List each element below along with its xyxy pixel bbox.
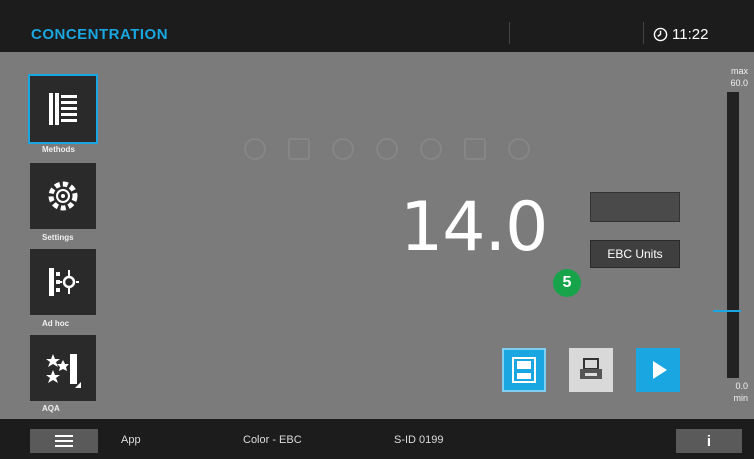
sidebar-item-aqa[interactable] [30, 335, 96, 401]
faint-icon [508, 138, 530, 160]
faint-icon [288, 138, 310, 160]
page-title: CONCENTRATION [31, 26, 169, 43]
sidebar-item-label: Settings [42, 233, 74, 242]
faint-icon [420, 138, 442, 160]
aqa-stars-icon [46, 354, 81, 388]
save-button[interactable] [502, 348, 546, 392]
clock-icon [653, 27, 668, 42]
hamburger-icon [55, 435, 73, 447]
measurement-value: 14.0 [400, 188, 548, 267]
scale-max-label: max [730, 66, 748, 76]
sidebar-item-label: AQA [42, 404, 60, 413]
sidebar-item-adhoc[interactable] [30, 249, 96, 315]
clock-time: 11:22 [672, 26, 709, 43]
bottom-bar [0, 419, 754, 459]
faint-icon [332, 138, 354, 160]
footer-method: Color - EBC [243, 434, 302, 446]
sidebar-item-label: Methods [42, 145, 75, 154]
scale-min-value: 0.0 [735, 381, 748, 391]
scale-max-value: 60.0 [730, 78, 748, 88]
clock: 11:22 [653, 26, 708, 43]
info-button[interactable]: i [676, 429, 742, 453]
footer-app: App [121, 434, 141, 446]
scale-level-marker [713, 310, 741, 312]
adhoc-icon [49, 268, 79, 296]
concentration-scale [727, 92, 739, 378]
gear-icon [48, 181, 78, 211]
divider [643, 22, 644, 44]
faint-icon [464, 138, 486, 160]
faint-icon [376, 138, 398, 160]
footer-sample-id: S-ID 0199 [394, 434, 444, 446]
unit-button[interactable]: EBC Units [590, 240, 680, 268]
divider [509, 22, 510, 44]
save-icon [512, 357, 536, 383]
callout-badge: 5 [553, 269, 581, 297]
range-indicator [590, 192, 680, 222]
play-icon [653, 361, 667, 379]
start-button[interactable] [636, 348, 680, 392]
sidebar-item-label: Ad hoc [42, 319, 70, 328]
sidebar-item-methods[interactable] [28, 74, 98, 144]
faint-toolbar [244, 138, 530, 160]
scale-min-label: min [733, 393, 748, 403]
methods-icon [49, 93, 77, 125]
sidebar-item-settings[interactable] [30, 163, 96, 229]
printer-icon [580, 358, 602, 379]
menu-button[interactable] [30, 429, 98, 453]
print-button[interactable] [569, 348, 613, 392]
faint-icon [244, 138, 266, 160]
